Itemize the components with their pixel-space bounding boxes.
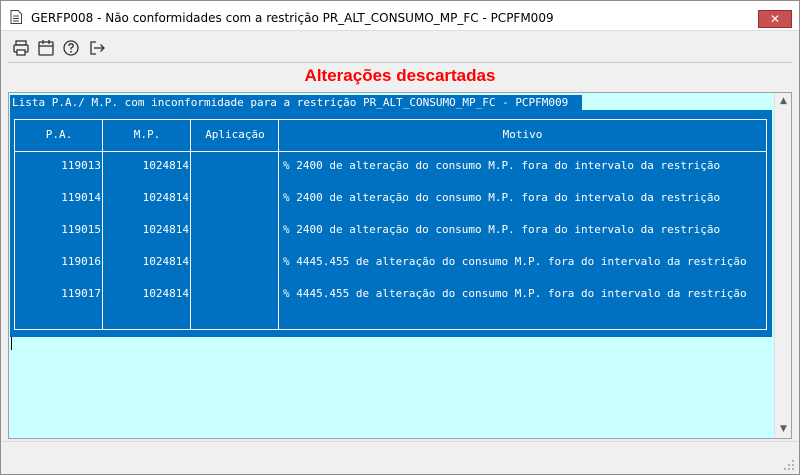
cell-pa: 119016	[61, 255, 101, 268]
status-bar	[2, 441, 798, 474]
help-icon[interactable]	[62, 39, 80, 57]
page-title: Alterações descartadas	[304, 66, 496, 85]
table-row[interactable]: 119013 1024814 % 2400 de alteração do co…	[15, 158, 766, 190]
title-bar: GERFP008 - Não conformidades com a restr…	[1, 1, 799, 31]
toolbar	[2, 32, 798, 62]
nonconformity-table[interactable]: P.A. M.P. Aplicação Motivo 119013 102481…	[14, 119, 767, 330]
panel-caption: Lista P.A./ M.P. com inconformidade para…	[10, 95, 583, 110]
cell-mp: 1024814	[142, 191, 189, 204]
text-cursor	[11, 337, 12, 350]
column-header-mp[interactable]: M.P.	[103, 120, 191, 152]
cell-motivo: % 2400 de alteração do consumo M.P. fora…	[283, 191, 721, 204]
exit-icon[interactable]	[88, 39, 106, 57]
column-header-aplicacao[interactable]: Aplicação	[191, 120, 279, 152]
window-title: GERFP008 - Não conformidades com a restr…	[31, 11, 554, 25]
cell-pa: 119015	[61, 223, 101, 236]
close-button[interactable]: ✕	[758, 10, 792, 28]
cell-pa: 119017	[61, 287, 101, 300]
scroll-down-icon[interactable]: ▼	[775, 421, 791, 438]
table-row[interactable]: 119016 1024814 % 4445.455 de alteração d…	[15, 254, 766, 286]
grid-area: P.A. M.P. Aplicação Motivo 119013 102481…	[10, 110, 772, 337]
cell-mp: 1024814	[142, 223, 189, 236]
printer-icon[interactable]	[12, 39, 30, 57]
column-header-motivo[interactable]: Motivo	[279, 120, 766, 152]
cell-mp: 1024814	[142, 255, 189, 268]
cell-motivo: % 2400 de alteração do consumo M.P. fora…	[283, 159, 721, 172]
cell-pa: 119013	[61, 159, 101, 172]
cell-mp: 1024814	[142, 287, 189, 300]
cell-motivo: % 2400 de alteração do consumo M.P. fora…	[283, 223, 721, 236]
column-header-pa[interactable]: P.A.	[15, 120, 103, 152]
vertical-scrollbar[interactable]: ▲ ▼	[774, 93, 791, 438]
app-window: GERFP008 - Não conformidades com a restr…	[0, 0, 800, 475]
cell-mp: 1024814	[142, 159, 189, 172]
cell-motivo: % 4445.455 de alteração do consumo M.P. …	[283, 255, 747, 268]
cell-motivo: % 4445.455 de alteração do consumo M.P. …	[283, 287, 747, 300]
table-header: P.A. M.P. Aplicação Motivo	[15, 120, 766, 152]
cell-pa: 119014	[61, 191, 101, 204]
document-icon	[10, 10, 22, 24]
table-row[interactable]: 119014 1024814 % 2400 de alteração do co…	[15, 190, 766, 222]
heading-bar: Alterações descartadas	[8, 62, 792, 89]
calendar-icon[interactable]	[37, 39, 55, 57]
scroll-up-icon[interactable]: ▲	[775, 93, 791, 110]
nonconformity-panel: Lista P.A./ M.P. com inconformidade para…	[8, 92, 792, 439]
table-row[interactable]: 119017 1024814 % 4445.455 de alteração d…	[15, 286, 766, 318]
table-row[interactable]: 119015 1024814 % 2400 de alteração do co…	[15, 222, 766, 254]
resize-grip-icon[interactable]	[784, 460, 795, 471]
